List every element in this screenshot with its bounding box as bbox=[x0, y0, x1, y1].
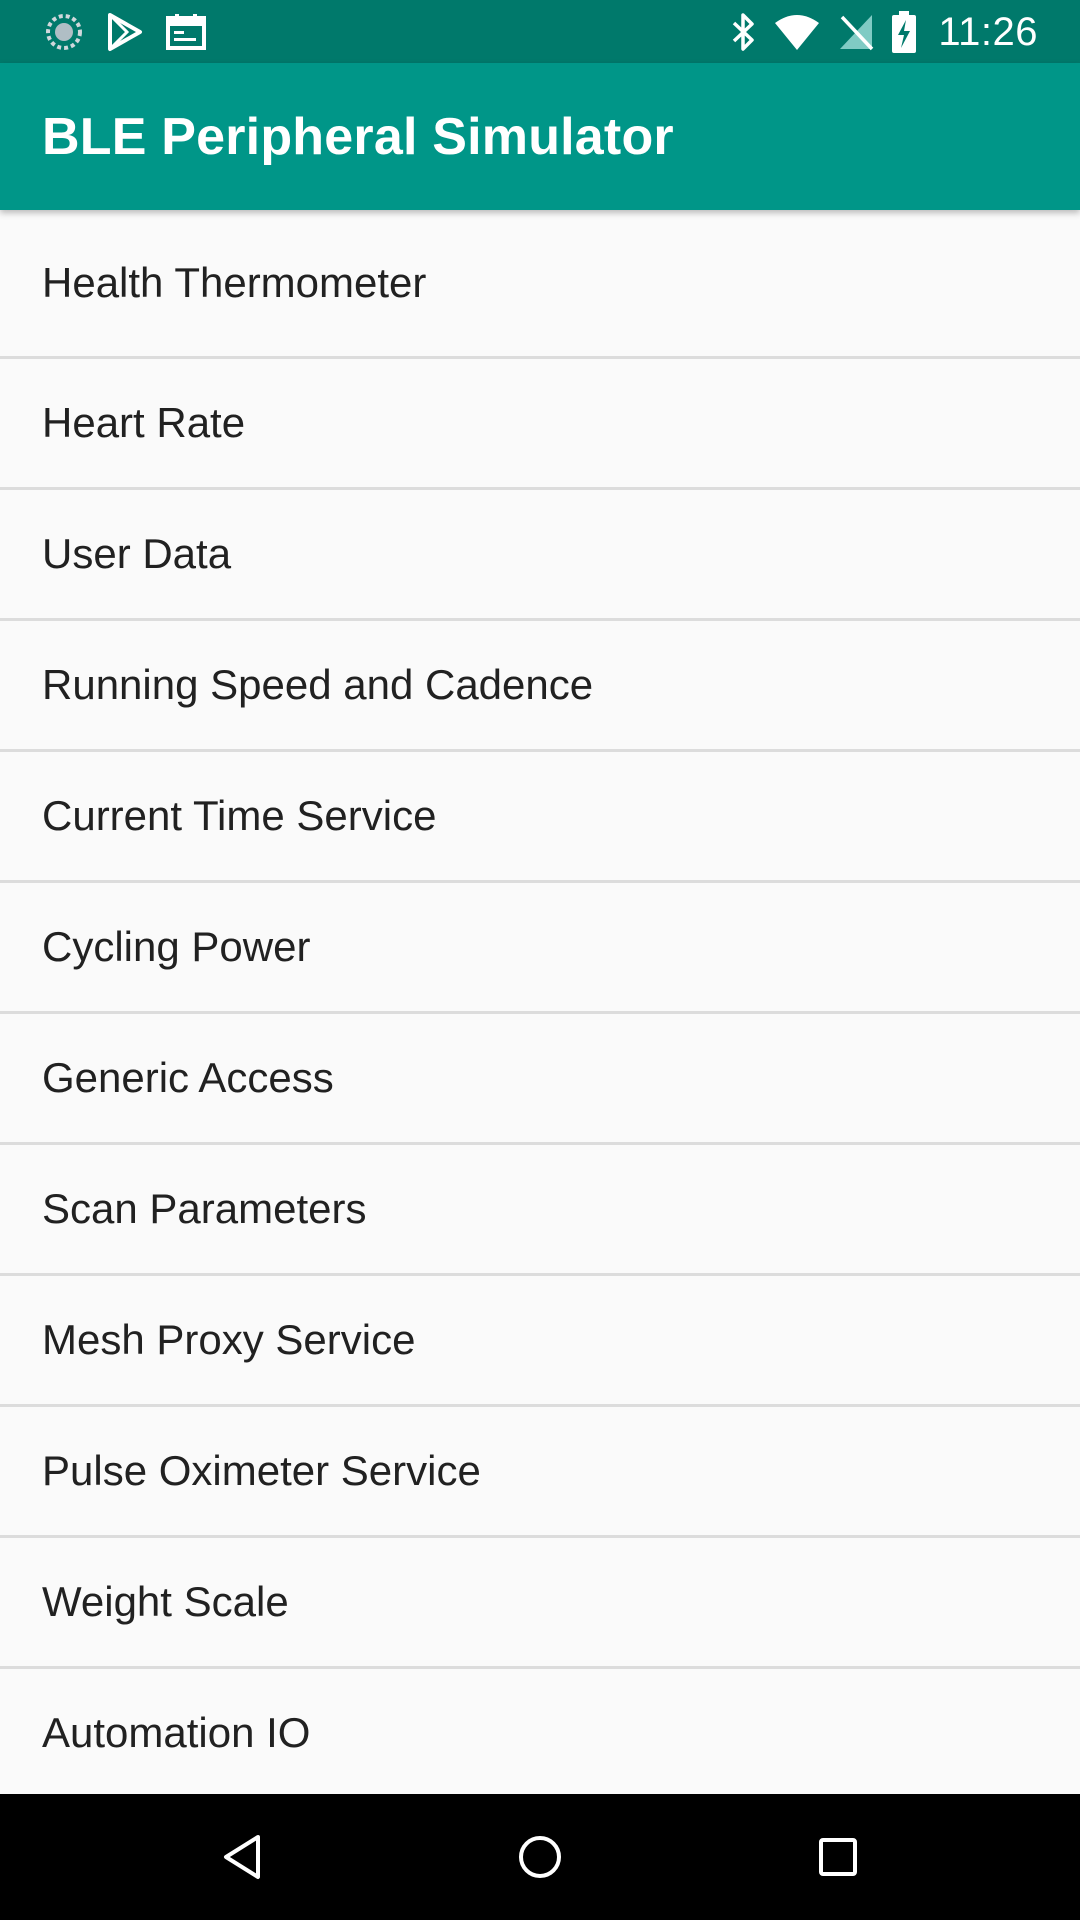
home-button[interactable] bbox=[510, 1827, 570, 1887]
service-item-user-data[interactable]: User Data bbox=[0, 490, 1080, 621]
notification-icons bbox=[44, 10, 206, 54]
service-item-automation-io[interactable]: Automation IO bbox=[0, 1669, 1080, 1794]
service-item-current-time-service[interactable]: Current Time Service bbox=[0, 752, 1080, 883]
service-list: Health Thermometer Heart Rate User Data … bbox=[0, 210, 1080, 1794]
battery-charging-icon bbox=[892, 11, 917, 53]
navigation-bar bbox=[0, 1794, 1080, 1920]
service-item-mesh-proxy-service[interactable]: Mesh Proxy Service bbox=[0, 1276, 1080, 1407]
service-item-pulse-oximeter-service[interactable]: Pulse Oximeter Service bbox=[0, 1407, 1080, 1538]
service-item-heart-rate[interactable]: Heart Rate bbox=[0, 359, 1080, 490]
service-item-scan-parameters[interactable]: Scan Parameters bbox=[0, 1145, 1080, 1276]
service-item-generic-access[interactable]: Generic Access bbox=[0, 1014, 1080, 1145]
back-button[interactable] bbox=[212, 1827, 272, 1887]
recents-button[interactable] bbox=[808, 1827, 868, 1887]
no-signal-icon bbox=[840, 15, 874, 51]
status-bar: 11:26 bbox=[0, 0, 1080, 63]
sync-icon bbox=[46, 14, 82, 50]
service-item-weight-scale[interactable]: Weight Scale bbox=[0, 1538, 1080, 1669]
app-bar: BLE Peripheral Simulator bbox=[0, 63, 1080, 210]
system-status-icons: 11:26 bbox=[730, 8, 1038, 56]
app-title: BLE Peripheral Simulator bbox=[42, 108, 674, 166]
calendar-icon bbox=[166, 14, 206, 50]
status-time: 11:26 bbox=[938, 9, 1038, 54]
bluetooth-icon bbox=[733, 13, 755, 51]
home-icon bbox=[519, 1836, 561, 1878]
recents-icon bbox=[819, 1838, 857, 1876]
service-item-health-thermometer[interactable]: Health Thermometer bbox=[0, 210, 1080, 359]
service-item-running-speed-and-cadence[interactable]: Running Speed and Cadence bbox=[0, 621, 1080, 752]
service-item-cycling-power[interactable]: Cycling Power bbox=[0, 883, 1080, 1014]
back-icon bbox=[224, 1835, 260, 1879]
play-store-icon bbox=[108, 13, 142, 51]
wifi-icon bbox=[775, 15, 820, 50]
